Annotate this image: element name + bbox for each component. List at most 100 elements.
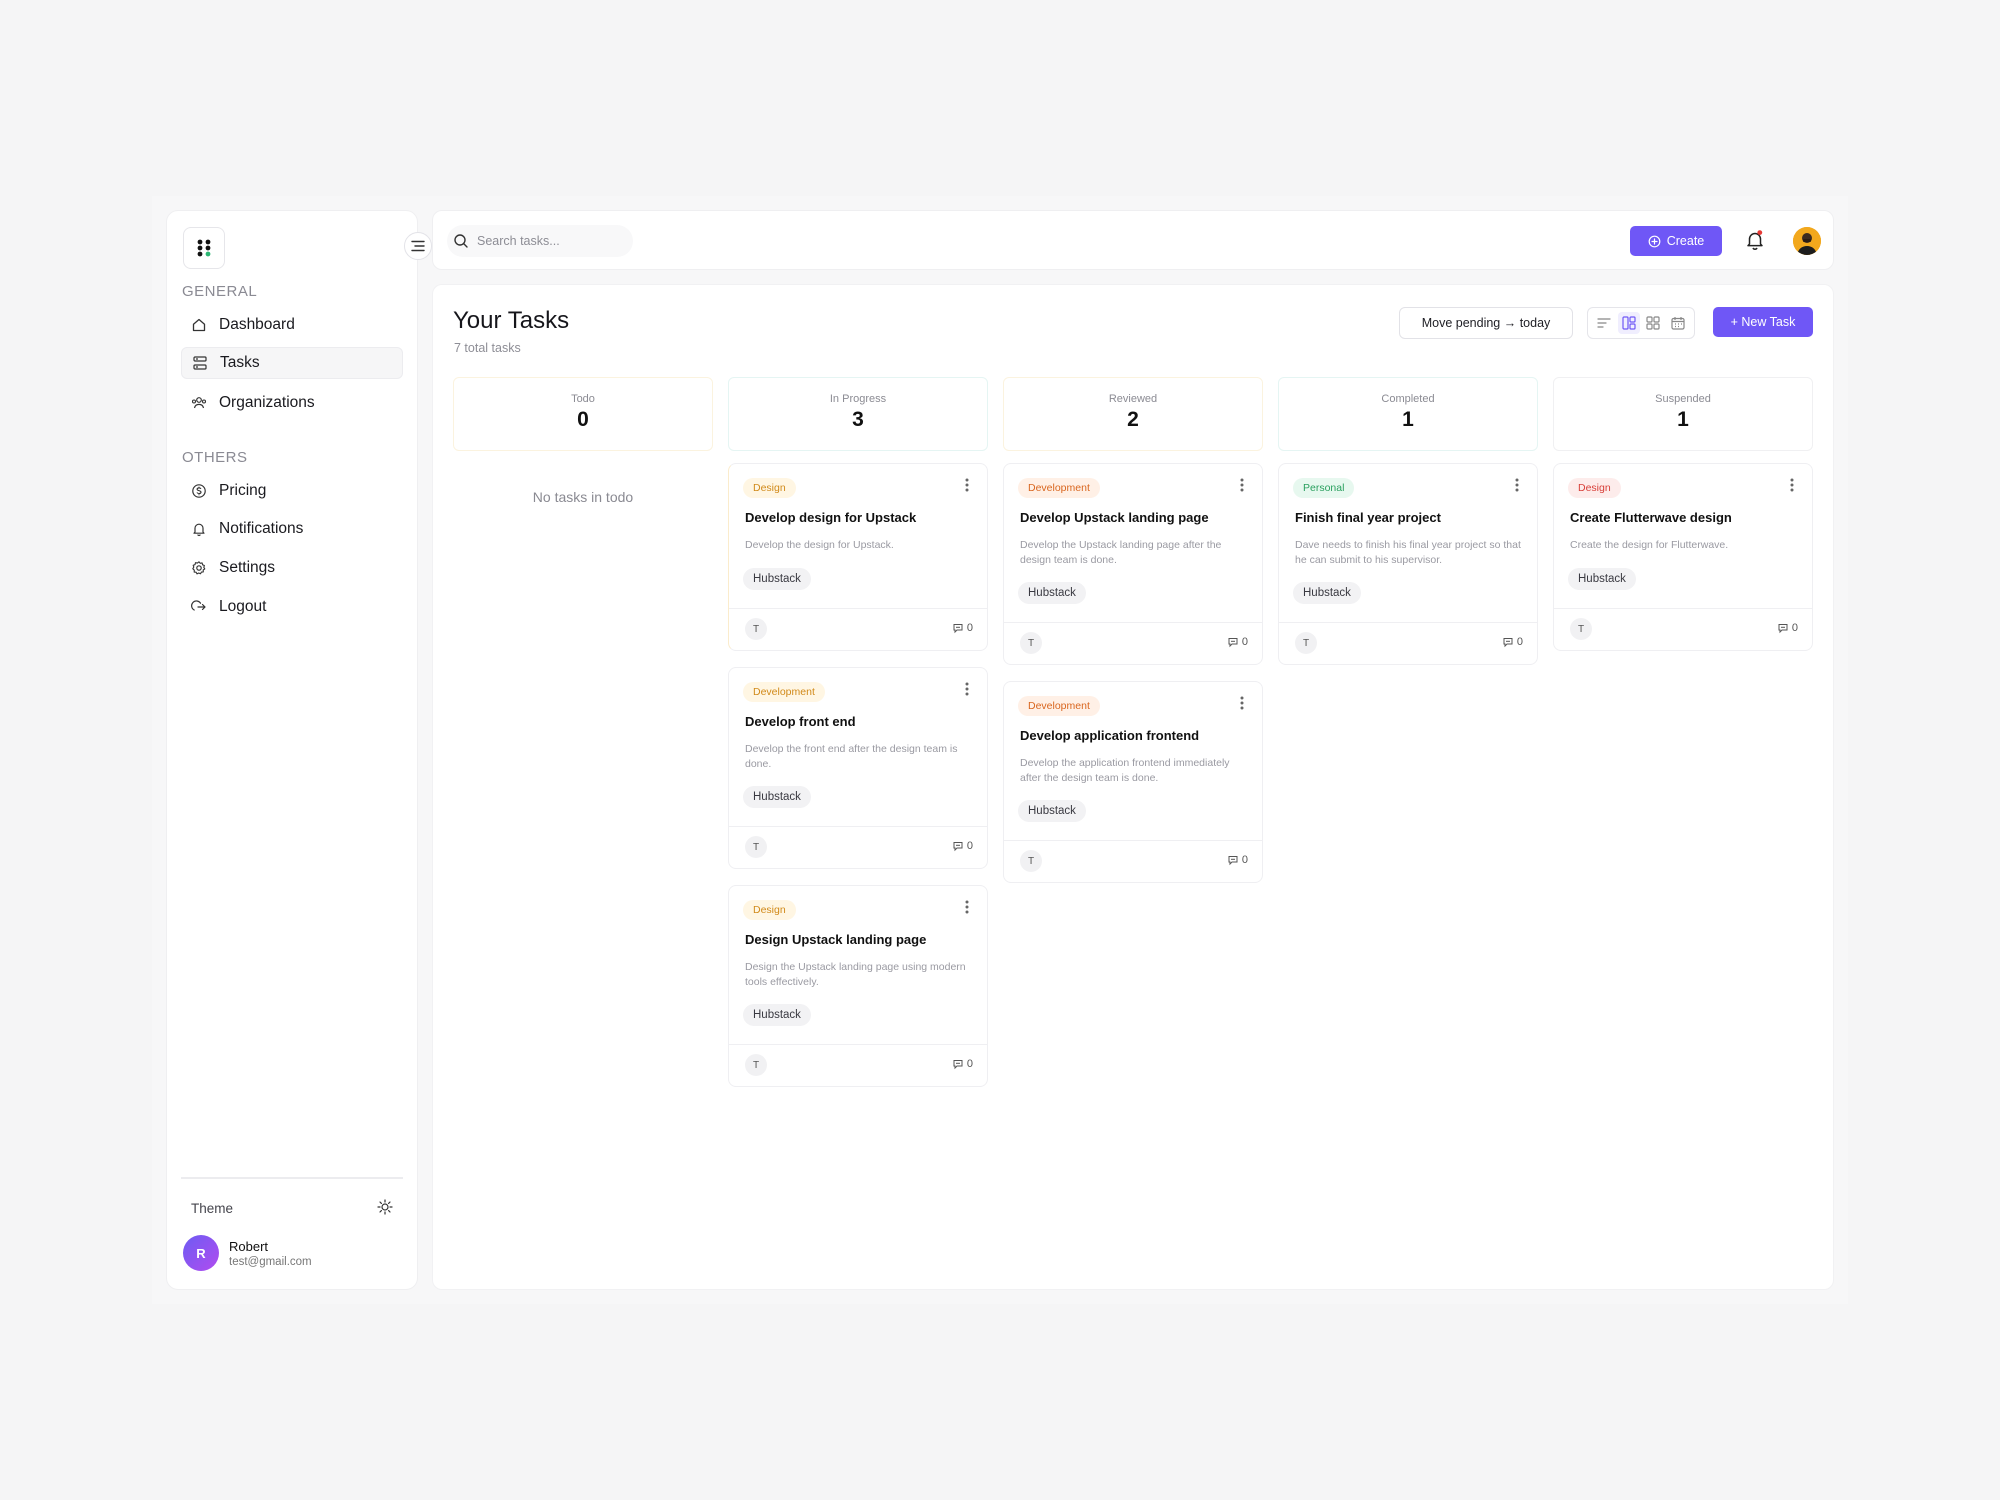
column-header: Suspended 1 [1553,377,1813,451]
menu-lines-icon [411,240,425,252]
theme-row: Theme [191,1199,393,1218]
theme-label: Theme [191,1201,234,1216]
list-view-icon[interactable] [1593,312,1615,334]
comment-icon [953,1060,963,1070]
bell-icon [1747,230,1763,250]
assignee-avatar: T [1020,632,1042,654]
user-name: Robert [229,1238,269,1254]
sidebar-collapse-button[interactable] [404,232,432,260]
sidebar-item-tasks[interactable]: Tasks [181,347,403,379]
column-count: 1 [1677,408,1689,431]
more-vertical-icon[interactable] [1515,478,1519,497]
task-card[interactable]: Development Develop Upstack landing page… [1003,463,1263,665]
comment-icon [1228,638,1238,648]
sidebar-item-logout[interactable]: Logout [181,591,403,623]
comment-count[interactable]: 0 [1502,636,1523,648]
user-profile[interactable]: R Robert test@gmail.com [183,1235,312,1271]
comment-count[interactable]: 0 [1227,636,1248,648]
column-suspended: Suspended 1 Design Create Flutterwave de… [1553,377,1813,651]
comment-icon [1228,856,1238,866]
search-icon [454,234,468,248]
main-content: Your Tasks 7 total tasks Move pending → … [432,284,1834,1290]
app-logo[interactable] [183,227,225,269]
category-badge: Design [1568,478,1621,498]
assignee-avatar: T [1570,618,1592,640]
sidebar-item-settings[interactable]: Settings [181,552,403,584]
card-divider [1554,608,1812,609]
search-box [447,225,633,257]
organization-chip: Hubstack [743,786,811,808]
task-card[interactable]: Design Develop design for Upstack Develo… [728,463,988,651]
card-divider [729,1044,987,1045]
sidebar-item-organizations[interactable]: Organizations [181,387,403,419]
calendar-view-icon[interactable] [1667,312,1689,334]
notification-bell[interactable] [1745,229,1765,256]
task-description: Develop the front end after the design t… [745,743,958,770]
sidebar-item-dashboard[interactable]: Dashboard [181,309,403,341]
comment-count[interactable]: 0 [952,840,973,852]
gear-icon [191,560,207,576]
more-vertical-icon[interactable] [965,682,969,701]
card-divider [729,826,987,827]
task-description: Dave needs to finish his final year proj… [1295,539,1521,566]
sun-icon[interactable] [377,1199,393,1218]
comment-icon [953,624,963,634]
comment-count[interactable]: 0 [952,622,973,634]
assignee-avatar: T [1020,850,1042,872]
comment-count[interactable]: 0 [952,1058,973,1070]
column-header: Reviewed 2 [1003,377,1263,451]
tasks-icon [192,355,208,371]
new-task-button[interactable]: + New Task [1713,307,1813,337]
task-description: Design the Upstack landing page using mo… [745,961,966,988]
board-view-icon[interactable] [1617,312,1640,334]
sidebar-item-label: Settings [219,559,276,576]
task-description: Develop the design for Upstack. [745,539,894,551]
move-pending-button[interactable]: Move pending → today [1399,307,1573,339]
card-divider [729,608,987,609]
column-header: Todo 0 [453,377,713,451]
task-card[interactable]: Development Develop front end Develop th… [728,667,988,869]
comment-icon [953,842,963,852]
task-description: Develop the Upstack landing page after t… [1020,539,1222,566]
task-card[interactable]: Design Design Upstack landing page Desig… [728,885,988,1087]
assignee-avatar: T [745,1054,767,1076]
sidebar-divider [181,1177,403,1179]
organization-chip: Hubstack [743,1004,811,1026]
more-vertical-icon[interactable] [965,900,969,919]
organization-chip: Hubstack [1293,582,1361,604]
sidebar-item-label: Pricing [219,482,267,499]
sidebar-item-label: Tasks [220,354,260,371]
search-input[interactable] [477,234,617,248]
more-vertical-icon[interactable] [1240,478,1244,497]
task-card[interactable]: Development Develop application frontend… [1003,681,1263,883]
comment-count[interactable]: 0 [1777,622,1798,634]
more-vertical-icon[interactable] [1240,696,1244,715]
card-divider [1004,622,1262,623]
avatar[interactable] [1793,227,1821,255]
sidebar-item-notifications[interactable]: Notifications [181,513,403,545]
category-badge: Design [743,478,796,498]
column-name: Reviewed [1108,393,1158,405]
more-vertical-icon[interactable] [965,478,969,497]
column-name: Todo [571,393,595,405]
column-name: In Progress [829,393,887,405]
user-photo-icon [1793,227,1821,255]
task-title: Develop front end [745,714,856,729]
section-label-general: GENERAL [182,283,258,300]
column-in-progress: In Progress 3 Design Develop design for … [728,377,988,1087]
more-vertical-icon[interactable] [1790,478,1794,497]
column-completed: Completed 1 Personal Finish final year p… [1278,377,1538,665]
category-badge: Development [743,682,825,702]
grid-view-icon[interactable] [1642,312,1664,334]
category-badge: Development [1018,478,1100,498]
sidebar-item-pricing[interactable]: Pricing [181,475,403,507]
task-card[interactable]: Personal Finish final year project Dave … [1278,463,1538,665]
sidebar-item-label: Logout [219,598,267,615]
task-card[interactable]: Design Create Flutterwave design Create … [1553,463,1813,651]
create-button[interactable]: Create [1630,226,1722,256]
users-icon [191,395,207,411]
plus-circle-icon [1648,235,1661,248]
comment-count[interactable]: 0 [1227,854,1248,866]
organization-chip: Hubstack [1018,582,1086,604]
logout-icon [191,599,207,615]
